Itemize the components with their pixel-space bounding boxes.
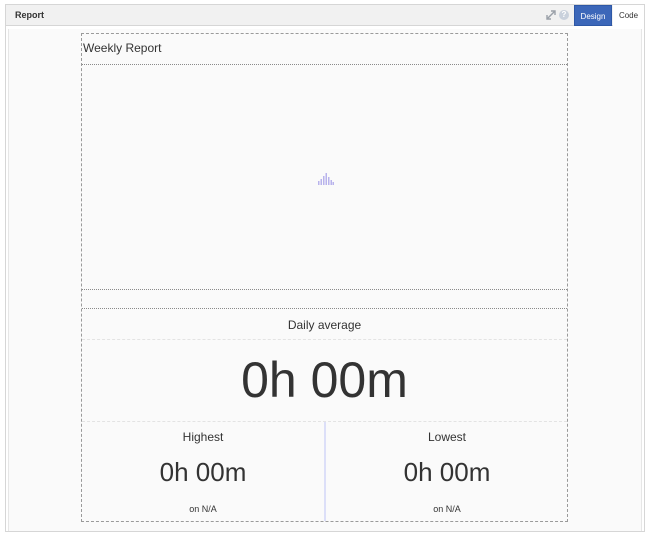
- spacer-row: [82, 291, 567, 309]
- highest-date: on N/A: [189, 504, 217, 514]
- weekly-report-widget: Weekly Report Daily average 0h 00m Highe…: [81, 33, 568, 522]
- panel-header: Report ? Design Code: [6, 5, 644, 26]
- lowest-label: Lowest: [427, 430, 467, 444]
- daily-average-label: Daily average: [287, 318, 362, 332]
- lowest-date: on N/A: [433, 504, 461, 514]
- panel-title: Report: [15, 10, 44, 20]
- lowest-value: 0h 00m: [403, 457, 491, 487]
- bar-chart-icon: [318, 172, 334, 185]
- tab-code[interactable]: Code: [613, 5, 644, 26]
- highest-value: 0h 00m: [159, 457, 247, 487]
- highest-label: Highest: [182, 430, 224, 444]
- report-title: Weekly Report: [83, 41, 162, 55]
- tab-design[interactable]: Design: [574, 5, 612, 26]
- daily-average-value: 0h 00m: [241, 352, 408, 408]
- help-icon[interactable]: ?: [559, 10, 569, 20]
- chart-area: [82, 64, 567, 290]
- expand-icon[interactable]: [544, 8, 558, 22]
- divider: [82, 339, 567, 340]
